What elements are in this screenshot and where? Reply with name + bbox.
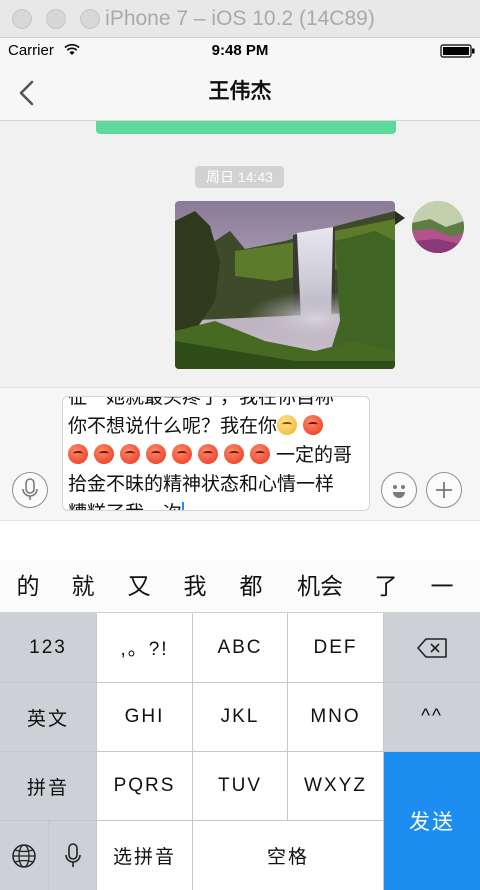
- microphone-icon: [64, 842, 81, 867]
- nav-bar: 王伟杰: [0, 63, 480, 121]
- text-cursor: [182, 502, 184, 510]
- angry-emoji-icon: [198, 444, 218, 464]
- candidate-item[interactable]: 就: [63, 560, 103, 613]
- backspace-icon: [417, 637, 447, 658]
- candidate-item[interactable]: 我: [175, 560, 215, 613]
- candidate-item[interactable]: 机会: [290, 560, 350, 613]
- keyboard: 123 ,。?! ABC DEF 英文 GHI JKL MNO ^^ 拼音 PQ…: [0, 613, 480, 890]
- simulator-title: iPhone 7 – iOS 10.2 (14C89): [105, 7, 375, 30]
- bubble-tail: [395, 211, 405, 225]
- globe-icon: [12, 843, 36, 868]
- message-input[interactable]: 征一她就最头疼了，我在你自称 你不想说什么呢？我在你 一定的哥 拾金不昧的精神状…: [62, 396, 370, 511]
- keyboard-accessory-strip: [0, 520, 480, 560]
- candidate-item[interactable]: 又: [119, 560, 159, 613]
- angry-emoji-icon: [303, 415, 324, 435]
- status-bar: Carrier 9:48 PM: [0, 38, 480, 63]
- key-def[interactable]: DEF: [288, 613, 383, 682]
- candidate-bar: 的 就 又 我 都 机会 了 一: [0, 560, 480, 613]
- key-emoticon[interactable]: ^^: [384, 683, 480, 751]
- voice-button[interactable]: [12, 472, 48, 508]
- key-jkl[interactable]: JKL: [193, 683, 287, 751]
- key-tuv[interactable]: TUV: [193, 752, 287, 820]
- smiley-icon: [393, 485, 405, 498]
- space-key[interactable]: 空格: [193, 821, 383, 890]
- key-wxyz[interactable]: WXYZ: [288, 752, 383, 820]
- input-text-line: 拾金不昧的精神状态和心情一样: [68, 474, 335, 495]
- simulator-title-bar: iPhone 7 – iOS 10.2 (14C89): [0, 0, 480, 38]
- angry-emoji-icon: [250, 444, 270, 464]
- delete-key[interactable]: [384, 613, 480, 682]
- candidate-item[interactable]: 都: [231, 560, 271, 613]
- chat-title: 王伟杰: [208, 80, 272, 103]
- plus-icon: [436, 482, 452, 498]
- battery-icon: [440, 44, 475, 58]
- key-english[interactable]: 英文: [0, 683, 96, 751]
- candidate-item[interactable]: 的: [8, 560, 48, 613]
- status-time: 9:48 PM: [211, 42, 269, 59]
- key-abc[interactable]: ABC: [193, 613, 287, 682]
- input-text-line: 征一她就最头疼了，我在你自称: [68, 396, 335, 408]
- chat-area[interactable]: 周日 14:43: [0, 121, 480, 387]
- key-pqrs[interactable]: PQRS: [97, 752, 192, 820]
- candidate-item[interactable]: 一: [422, 560, 462, 613]
- flushed-emoji-icon: [277, 415, 298, 435]
- globe-key[interactable]: [0, 821, 48, 890]
- key-123[interactable]: 123: [0, 613, 96, 682]
- angry-emoji-icon: [94, 444, 114, 464]
- avatar[interactable]: [412, 201, 464, 253]
- previous-message-bubble[interactable]: [96, 121, 396, 134]
- angry-emoji-icon: [172, 444, 192, 464]
- angry-emoji-icon: [68, 444, 88, 464]
- input-bar: 征一她就最头疼了，我在你自称 你不想说什么呢？我在你 一定的哥 拾金不昧的精神状…: [0, 387, 480, 520]
- avatar-photo: [412, 201, 464, 253]
- waterfall-photo: [175, 201, 395, 369]
- key-punctuation[interactable]: ,。?!: [97, 613, 192, 682]
- input-text-line: 你不想说什么呢？我在你: [68, 416, 278, 437]
- input-text-line: 糟糕了我一次: [68, 503, 182, 510]
- emoji-button[interactable]: [381, 472, 417, 508]
- candidate-item[interactable]: 了: [366, 560, 406, 613]
- key-select-pinyin[interactable]: 选拼音: [97, 821, 192, 890]
- microphone-icon: [22, 478, 38, 500]
- key-mno[interactable]: MNO: [288, 683, 383, 751]
- angry-emoji-icon: [120, 444, 140, 464]
- timestamp-badge: 周日 14:43: [195, 166, 284, 188]
- send-button[interactable]: 发送: [384, 752, 480, 890]
- plus-button[interactable]: [426, 472, 462, 508]
- angry-emoji-icon: [224, 444, 244, 464]
- dictation-key[interactable]: [49, 821, 96, 890]
- key-ghi[interactable]: GHI: [97, 683, 192, 751]
- key-pinyin[interactable]: 拼音: [0, 752, 96, 820]
- angry-emoji-icon: [146, 444, 166, 464]
- image-message[interactable]: [175, 201, 395, 369]
- input-text-line: 一定的哥: [276, 445, 353, 466]
